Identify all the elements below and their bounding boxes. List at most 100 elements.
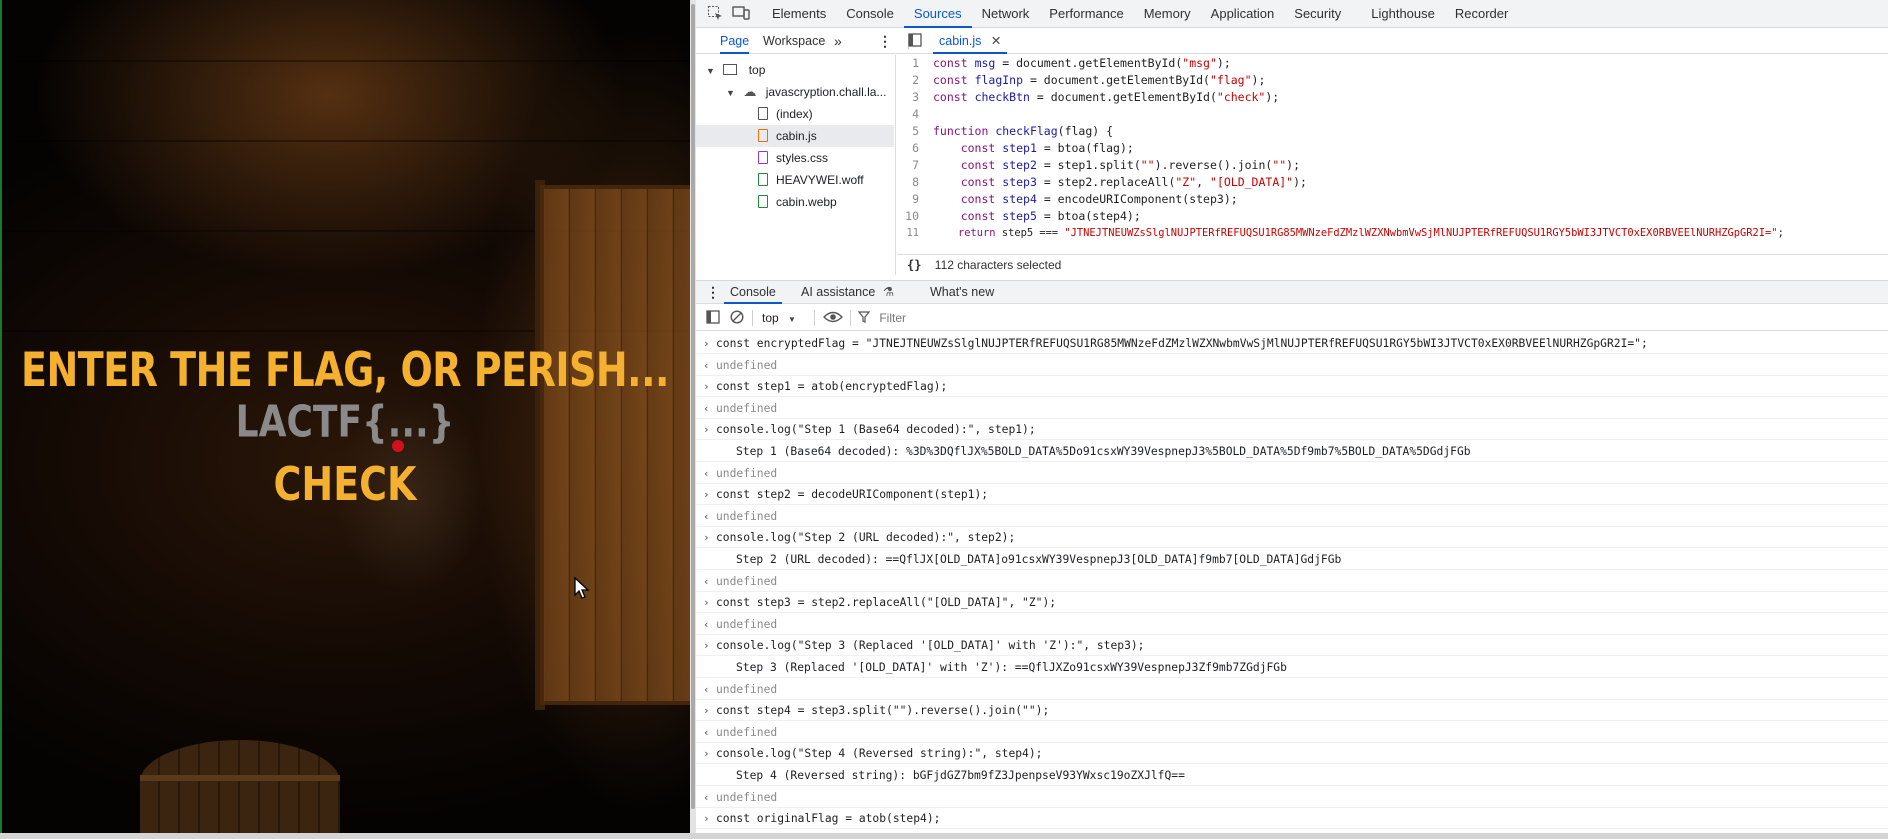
webpage-viewport: ENTER THE FLAG, OR PERISH... CHECK [0,0,690,833]
filter-input[interactable] [879,311,1130,325]
console-input-line: › console.log("Step 4 (Reversed string):"… [696,743,1888,765]
clear-console-icon[interactable] [730,310,744,327]
console-log-output: Step 3 (Replaced '[OLD_DATA]' with 'Z'):… [696,657,1888,678]
console-return-line: ‹ undefined [696,463,1888,484]
console-return-line: ‹ undefined [696,722,1888,743]
sources-toolbar: Page Workspace » ⋮ cabin.js ✕ [696,28,1888,54]
cabin-door [540,185,690,705]
console-return-line: ‹ undefined [696,679,1888,700]
inspect-element-icon[interactable] [706,5,724,23]
console-input-line: › const step1 = atob(encryptedFlag); [696,376,1888,398]
close-tab-icon[interactable]: ✕ [991,34,1001,48]
panel-tab-performance[interactable]: Performance [1039,0,1133,28]
live-expression-eye-icon[interactable] [823,310,843,327]
flag-prompt-message: ENTER THE FLAG, OR PERISH... [21,342,669,397]
context-selector[interactable]: top ▼ [762,305,796,331]
font-file-icon [758,173,768,186]
line-number: 4 [912,107,919,121]
panel-tab-application[interactable]: Application [1201,0,1285,28]
line-number: 3 [912,90,919,104]
return-arrow-icon: ‹ [703,466,710,480]
navigator-tab-workspace[interactable]: Workspace [763,28,825,54]
stylesheet-file-icon [758,151,768,164]
panel-tab-lighthouse[interactable]: Lighthouse [1361,0,1445,28]
return-arrow-icon: ‹ [703,682,710,696]
file-navigator-tree: ▼ top ▼ ☁ javascryption.chall.la... (ind… [696,55,896,275]
console-return-line: ‹ undefined [696,614,1888,635]
line-number: 2 [912,73,919,87]
check-button[interactable]: CHECK [270,452,420,515]
tree-file-label: HEAVYWEI.woff [776,173,864,187]
code-line: 3 const checkBtn = document.getElementByI… [897,89,1888,106]
tree-file-image[interactable]: cabin.webp [696,191,837,213]
flag-input[interactable] [220,390,470,454]
pretty-print-icon[interactable]: {} [907,258,921,272]
editor-tab-cabin-js[interactable]: cabin.js ✕ [933,28,1008,54]
code-line: 5 function checkFlag(flag) { [897,123,1888,140]
code-editor[interactable]: 1 const msg = document.getElementById("ms… [897,55,1888,245]
tree-file-index[interactable]: (index) [696,103,813,125]
return-arrow-icon: ‹ [703,509,710,523]
console-input-line: › const step2 = decodeURIComponent(step1)… [696,484,1888,506]
tree-file-label: cabin.js [776,129,817,143]
panel-tab-elements[interactable]: Elements [762,0,836,28]
console-messages[interactable]: › const encryptedFlag = "JTNEJTNEUWZsSlgl… [696,333,1888,833]
editor-status-bar: {} 112 characters selected [897,254,1888,275]
prompt-chevron-icon: › [703,704,710,718]
return-arrow-icon: ‹ [703,401,710,415]
console-log-output: Step 2 (URL decoded): ==QflJX[OLD_DATA]o… [696,549,1888,570]
page-scrollbar-thumb[interactable] [691,4,695,809]
navigator-tab-page[interactable]: Page [720,28,750,54]
more-tabs-chevron-icon[interactable]: » [834,28,842,54]
line-number: 6 [912,141,919,155]
console-sidebar-toggle-icon[interactable] [706,310,720,327]
barrel [140,740,340,833]
console-toolbar: top ▼ [696,305,1888,331]
frame-icon [723,64,738,75]
tree-label-top: top [748,63,766,77]
toggle-navigator-icon[interactable] [908,28,922,54]
tree-file-cabin-js[interactable]: cabin.js [696,125,894,147]
prompt-chevron-icon: › [703,747,710,761]
toolbar-divider [850,310,851,326]
panel-tab-network[interactable]: Network [972,0,1040,28]
tree-file-font[interactable]: HEAVYWEI.woff [696,169,864,191]
image-file-icon [758,195,768,208]
tree-item-domain[interactable]: ▼ ☁ javascryption.chall.la... [696,81,886,103]
panel-tab-sources[interactable]: Sources [903,0,972,28]
tree-item-top[interactable]: ▼ top [696,59,765,81]
console-filter-field[interactable] [857,305,1158,331]
filter-funnel-icon [857,311,871,323]
panel-tab-recorder[interactable]: Recorder [1445,0,1518,28]
panel-tab-memory[interactable]: Memory [1134,0,1201,28]
drawer-tab-ai-assistance[interactable]: AI assistance ⚗ [801,281,894,304]
prompt-chevron-icon: › [703,812,710,826]
tree-file-styles-css[interactable]: styles.css [696,147,828,169]
prompt-chevron-icon: › [703,596,710,610]
line-number: 8 [912,175,919,189]
prompt-chevron-icon: › [703,488,710,502]
tree-file-label: cabin.webp [776,195,837,209]
barrel-band [140,775,340,781]
code-line: 2 const flagInp = document.getElementById… [897,72,1888,89]
console-input-line: › const step3 = step2.replaceAll("[OLD_DA… [696,592,1888,614]
return-arrow-icon: ‹ [703,617,710,631]
prompt-chevron-icon: › [703,423,710,437]
red-dot-marker [392,440,404,452]
panel-tab-console[interactable]: Console [836,0,904,28]
line-number: 11 [906,227,919,239]
console-log-output: Step 1 (Base64 decoded): %3D%3DQflJX%5BO… [696,441,1888,462]
context-label: top [762,311,779,325]
navigator-menu-kebab-icon[interactable]: ⋮ [878,28,892,54]
editor-tab-label: cabin.js [939,34,982,48]
devtools-panel-bar: Elements Console Sources Network Perform… [696,0,1888,28]
selection-status: 112 characters selected [934,258,1062,272]
line-number: 5 [912,124,919,138]
return-arrow-icon: ‹ [703,725,710,739]
device-toolbar-icon[interactable] [732,5,750,23]
panel-tab-security[interactable]: Security [1284,0,1351,28]
drawer-tab-whats-new[interactable]: What's new [930,281,994,304]
drawer-tab-console[interactable]: Console [724,281,782,304]
cloud-icon: ☁ [743,84,757,99]
drawer-menu-kebab-icon[interactable]: ⋮ [706,281,720,304]
